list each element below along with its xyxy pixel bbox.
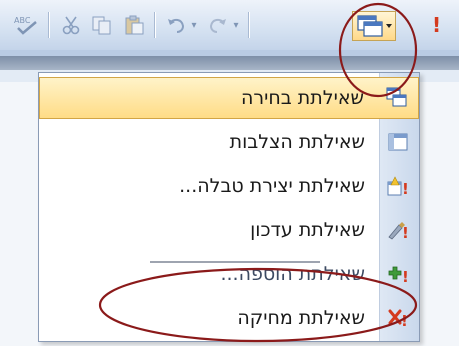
crosstab-query-icon bbox=[387, 131, 409, 153]
menu-item-select-query[interactable]: שאילתת בחירה bbox=[39, 77, 419, 119]
menu-item-label: שאילתת בחירה bbox=[240, 87, 364, 109]
query-type-button[interactable] bbox=[352, 11, 396, 41]
menu-item-label: שאילתת יצירת טבלה... bbox=[179, 175, 365, 197]
delete-query-icon: ! bbox=[387, 307, 409, 330]
menu-item-label: שאילתת עדכון bbox=[250, 219, 365, 241]
update-query-icon: ! bbox=[387, 219, 409, 242]
make-table-query-icon: ! bbox=[387, 175, 409, 198]
redo-icon[interactable] bbox=[206, 14, 230, 36]
menu-item-label: שאילתת הוספה... bbox=[220, 263, 365, 285]
spelling-icon[interactable]: ABC bbox=[10, 14, 44, 36]
svg-text:!: ! bbox=[402, 268, 409, 285]
screenshot-stage: ABC ▾ ▾ ! שאילתת בחירה שאילתת הצלבות ! ש… bbox=[0, 0, 459, 346]
menu-item-make-table-query[interactable]: ! שאילתת יצירת טבלה... bbox=[39, 165, 419, 207]
menu-item-delete-query[interactable]: ! שאילתת מחיקה bbox=[39, 297, 419, 339]
cut-icon[interactable] bbox=[58, 14, 84, 36]
svg-text:!: ! bbox=[402, 224, 409, 241]
redo-dropdown-icon[interactable]: ▾ bbox=[230, 14, 242, 36]
copy-icon[interactable] bbox=[88, 14, 116, 36]
query-type-menu: שאילתת בחירה שאילתת הצלבות ! שאילתת יציר… bbox=[38, 72, 420, 342]
undo-dropdown-icon[interactable]: ▾ bbox=[188, 14, 200, 36]
toolbar-separator bbox=[154, 12, 156, 38]
menu-item-label: שאילתת מחיקה bbox=[237, 307, 365, 329]
paste-icon[interactable] bbox=[120, 14, 148, 36]
menu-item-append-query[interactable]: ! שאילתת הוספה... bbox=[39, 253, 419, 295]
run-icon[interactable]: ! bbox=[432, 13, 441, 37]
toolbar-separator bbox=[248, 12, 250, 38]
svg-text:!: ! bbox=[401, 312, 408, 329]
menu-item-crosstab-query[interactable]: שאילתת הצלבות bbox=[39, 121, 419, 163]
toolbar-separator bbox=[48, 12, 50, 38]
menu-item-update-query[interactable]: ! שאילתת עדכון bbox=[39, 209, 419, 251]
select-query-icon bbox=[386, 87, 408, 109]
undo-icon[interactable] bbox=[164, 14, 188, 36]
append-query-icon: ! bbox=[387, 263, 409, 286]
docked-band bbox=[0, 56, 459, 70]
menu-item-label: שאילתת הצלבות bbox=[229, 131, 365, 153]
svg-text:!: ! bbox=[402, 180, 409, 197]
svg-text:ABC: ABC bbox=[14, 16, 31, 25]
